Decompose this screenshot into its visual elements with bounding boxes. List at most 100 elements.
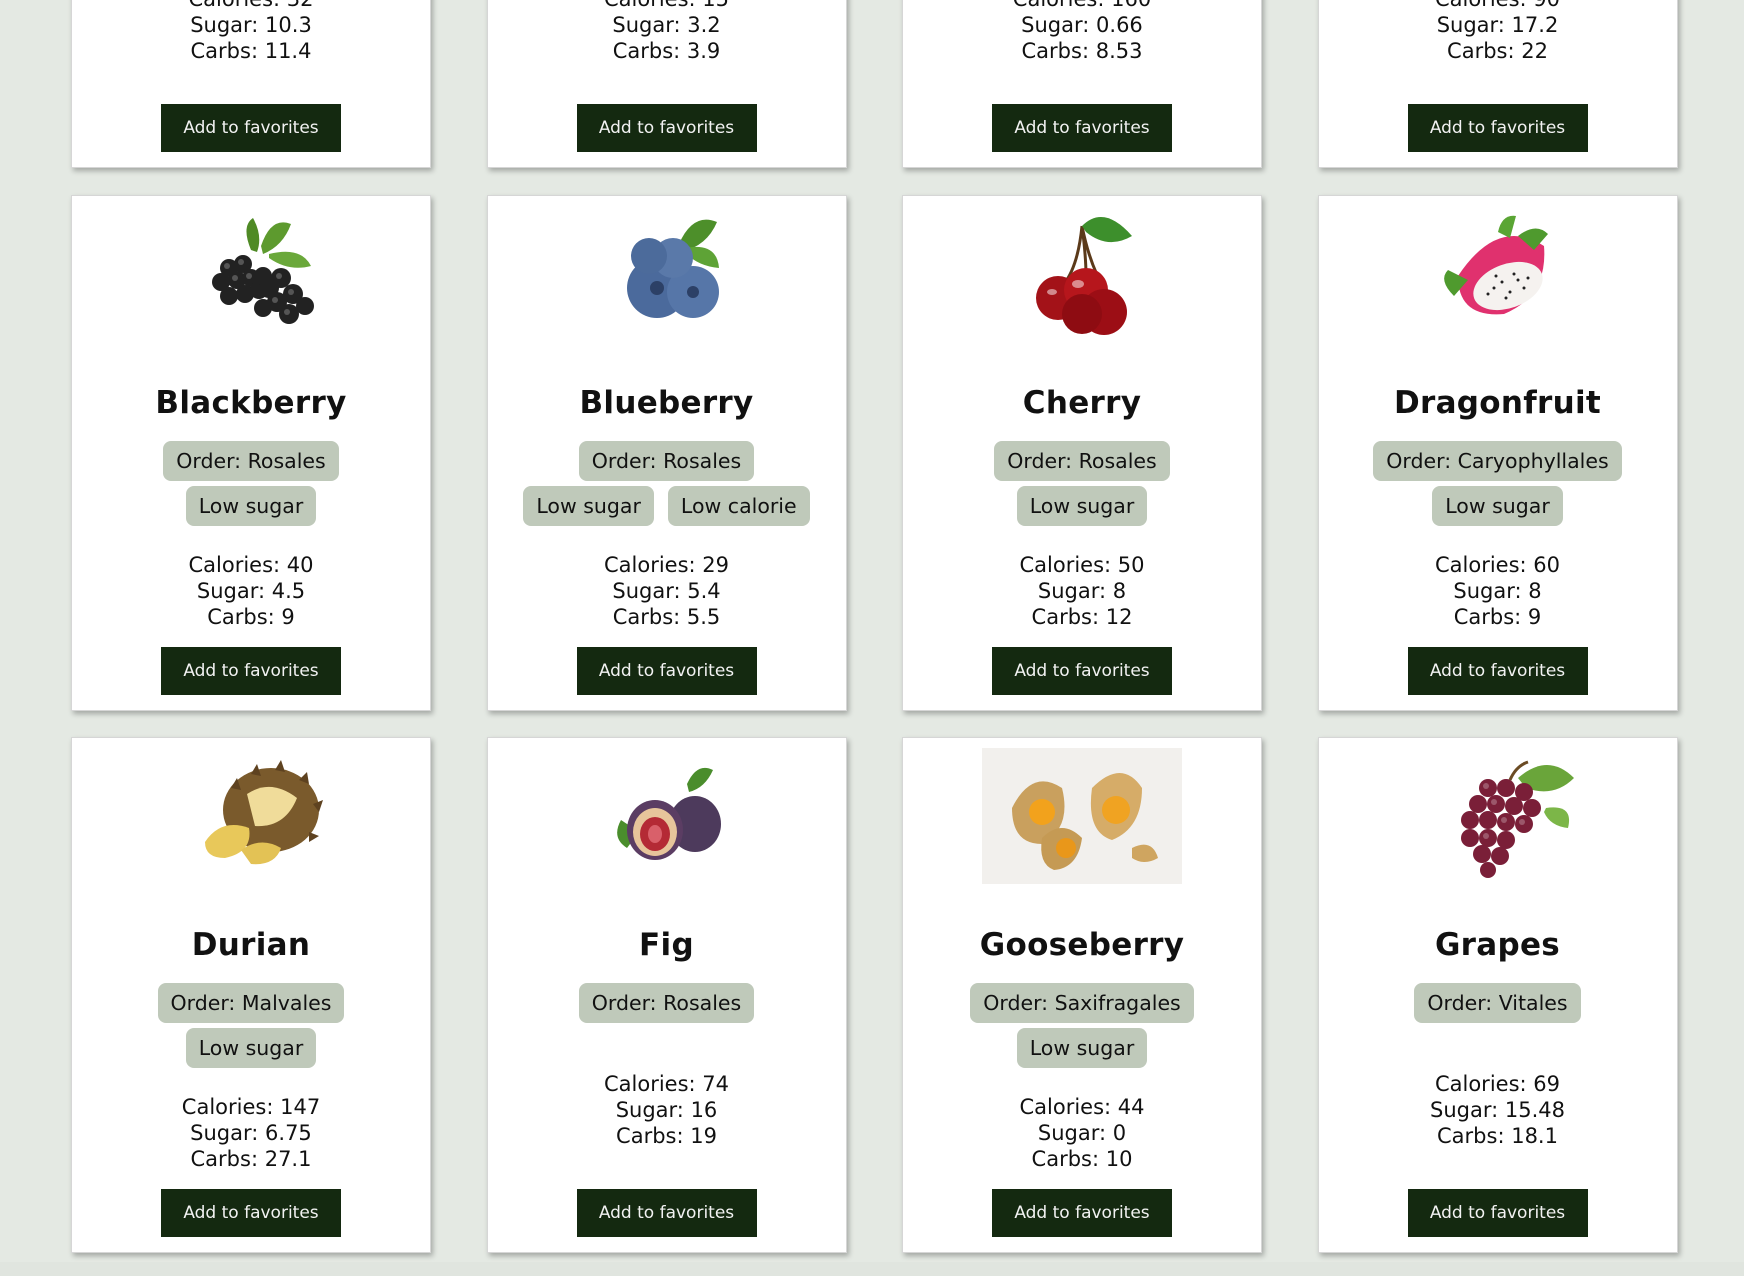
add-to-favorites-button[interactable]: Add to favorites [992, 104, 1172, 152]
calories-number: 50 [1117, 552, 1145, 577]
tag-badge-row: Low sugar [1432, 485, 1563, 526]
carbs-number: 9 [281, 604, 295, 629]
sugar-number: 10.3 [265, 13, 312, 37]
carbs-number: 27.1 [264, 1147, 312, 1171]
sugar-value: Sugar: 0 [1019, 1120, 1144, 1146]
sugar-number: 4.5 [271, 578, 306, 603]
calories-label: Calories: [1434, 552, 1534, 577]
fruit-card: Dragonfruit Order: Caryophyllales Low suga… [1317, 194, 1678, 711]
tag-badge: Low sugar [523, 485, 654, 526]
calories-value: Calories: 90 [1435, 0, 1560, 12]
sugar-number: 17.2 [1511, 13, 1559, 37]
nutrition-facts: Calories: 90Sugar: 17.2Carbs: 22 [1435, 0, 1560, 64]
fruit-card: Calories: 32Sugar: 10.3Carbs: 11.4 Add to… [71, 0, 431, 168]
page-bottom-strip [0, 1262, 1744, 1276]
calories-value: Calories: 29 [604, 552, 729, 578]
add-to-favorites-button[interactable]: Add to favorites [161, 104, 341, 152]
add-to-favorites-button[interactable]: Add to favorites [992, 1189, 1172, 1237]
carbs-value: Carbs: 8.53 [1013, 38, 1151, 64]
carbs-label: Carbs: [190, 39, 265, 63]
add-to-favorites-button[interactable]: Add to favorites [992, 646, 1172, 695]
add-to-favorites-button[interactable]: Add to favorites [1407, 1189, 1588, 1237]
sugar-number: 3.2 [687, 13, 721, 37]
sugar-value: Sugar: 6.75 [182, 1120, 320, 1146]
add-to-favorites-button[interactable]: Add to favorites [161, 646, 341, 695]
sugar-number: 15.48 [1504, 1098, 1565, 1122]
carbs-number: 18.1 [1511, 1124, 1558, 1148]
carbs-number: 5.5 [686, 604, 721, 629]
sugar-number: 5.4 [687, 578, 721, 603]
grapes-icon [1398, 748, 1598, 884]
calories-number: 69 [1533, 1072, 1560, 1096]
sugar-number: 8 [1112, 578, 1127, 603]
calories-number: 40 [286, 552, 314, 577]
carbs-number: 3.9 [686, 39, 721, 63]
add-to-favorites-button[interactable]: Add to favorites [576, 104, 757, 152]
order-badge-row: Order: Caryophyllales [1373, 440, 1622, 481]
tag-badge: Low calorie [667, 485, 810, 526]
nutrition-facts: Calories: 160Sugar: 0.66Carbs: 8.53 [1013, 0, 1151, 64]
gooseberry-icon [982, 748, 1182, 884]
carbs-value: Carbs: 5.5 [604, 604, 729, 630]
order-badge-row: Order: Rosales [163, 440, 339, 481]
carbs-value: Carbs: 10 [1019, 1146, 1144, 1172]
sugar-value: Sugar: 8 [1435, 578, 1560, 604]
fruit-name: Durian [191, 927, 311, 963]
order-badge-row: Order: Rosales [994, 440, 1170, 481]
order-badge-row: Order: Saxifragales [970, 983, 1194, 1023]
carbs-label: Carbs: [1031, 604, 1106, 629]
carbs-value: Carbs: 27.1 [182, 1146, 320, 1172]
calories-value: Calories: 15 [604, 0, 729, 12]
fruit-card: Calories: 15Sugar: 3.2Carbs: 3.9Add to f… [486, 0, 847, 168]
nutrition-facts: Calories: 40 Sugar: 4.5 Carbs: 9 [188, 552, 313, 630]
blueberry-icon [567, 206, 767, 342]
tag-badge: Low sugar [185, 485, 317, 526]
carbs-label: Carbs: [1021, 39, 1096, 63]
tag-badge: Low sugar [185, 1028, 317, 1068]
fruit-card: Blueberry Order: Rosales Low sugar Low calo… [486, 194, 847, 711]
calories-label: Calories: [181, 1095, 281, 1119]
nutrition-facts: Calories: 60 Sugar: 8 Carbs: 9 [1435, 552, 1560, 630]
fruit-card: Calories: 160Sugar: 0.66Carbs: 8.53 Add t… [902, 0, 1262, 168]
tag-badge: Low sugar [1432, 485, 1563, 526]
sugar-value: Sugar: 3.2 [604, 12, 729, 38]
carbs-label: Carbs: [190, 1147, 265, 1171]
add-to-favorites-button[interactable]: Add to favorites [161, 1189, 341, 1237]
order-badge: Order: Vitales [1414, 983, 1581, 1023]
calories-value: Calories: 160 [1013, 0, 1151, 12]
calories-label: Calories: [603, 552, 703, 577]
sugar-label: Sugar: [615, 1098, 691, 1122]
calories-label: Calories: [188, 0, 286, 11]
sugar-value: Sugar: 16 [604, 1097, 729, 1123]
calories-number: 147 [280, 1095, 321, 1119]
carbs-value: Carbs: 11.4 [188, 38, 313, 64]
fruit-card: Calories: 90Sugar: 17.2Carbs: 22 Add to f… [1317, 0, 1678, 168]
carbs-number: 8.53 [1095, 39, 1143, 63]
sugar-value: Sugar: 15.48 [1430, 1097, 1565, 1123]
dragonfruit-icon [1398, 206, 1598, 342]
calories-value: Calories: 32 [188, 0, 313, 12]
fruit-name: Blueberry [579, 384, 754, 421]
add-to-favorites-button[interactable]: Add to favorites [1407, 646, 1588, 695]
sugar-label: Sugar: [1021, 13, 1097, 37]
tag-badge-row: Low sugar [185, 1028, 317, 1068]
add-to-favorites-button[interactable]: Add to favorites [1407, 104, 1588, 152]
carbs-label: Carbs: [207, 604, 282, 629]
fruit-card: Grapes Order: Vitales Calories: 69 Sugar: 1… [1317, 737, 1678, 1253]
order-badge: Order: Caryophyllales [1373, 440, 1622, 481]
carbs-number: 22 [1521, 39, 1548, 63]
order-badge-row: Order: Rosales [578, 440, 755, 481]
sugar-label: Sugar: [190, 13, 266, 37]
carbs-label: Carbs: [1453, 604, 1528, 629]
add-to-favorites-button[interactable]: Add to favorites [576, 646, 757, 695]
carbs-value: Carbs: 12 [1019, 604, 1144, 630]
sugar-label: Sugar: [1430, 1098, 1505, 1122]
calories-number: 15 [702, 0, 729, 11]
sugar-number: 0.66 [1096, 13, 1143, 37]
tag-badge: Low sugar [1016, 1028, 1148, 1068]
sugar-number: 6.75 [265, 1121, 312, 1145]
sugar-label: Sugar: [612, 578, 688, 603]
fruit-name: Cherry [1022, 384, 1142, 421]
add-to-favorites-button[interactable]: Add to favorites [576, 1189, 757, 1237]
carbs-label: Carbs: [1437, 1124, 1512, 1148]
